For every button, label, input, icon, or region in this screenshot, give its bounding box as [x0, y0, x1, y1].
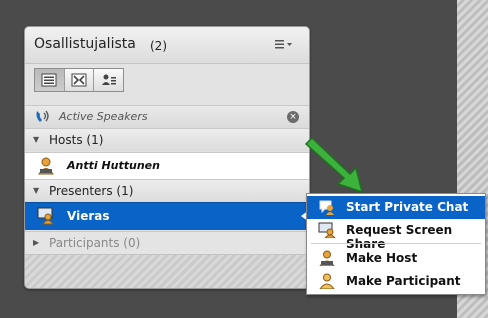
- attendee-row[interactable]: Antti Huttunen: [25, 152, 309, 179]
- speaker-phone-icon: [34, 109, 52, 128]
- clear-icon[interactable]: ×: [287, 111, 299, 123]
- host-user-icon: [37, 157, 55, 178]
- menu-item-request-screen-share[interactable]: Request Screen Share: [307, 219, 485, 251]
- options-menu-icon[interactable]: [275, 38, 293, 53]
- attendee-status-icon[interactable]: [94, 69, 124, 91]
- expand-triangle-icon[interactable]: ▶: [33, 238, 39, 247]
- view-switcher: [34, 68, 124, 92]
- participant-user-icon: [318, 273, 336, 292]
- menu-item-label: Make Participant: [346, 274, 461, 288]
- menu-item-label: Start Private Chat: [346, 200, 469, 214]
- menu-item-make-host[interactable]: Make Host: [307, 247, 485, 270]
- menu-separator: [311, 243, 481, 244]
- pod-footer: [25, 254, 309, 288]
- pod-header: Osallistujalista (2): [25, 27, 309, 64]
- group-hosts[interactable]: ▼ Hosts (1): [25, 128, 309, 151]
- active-speakers-label: Active Speakers: [59, 110, 148, 123]
- host-user-icon: [318, 250, 336, 269]
- group-participants[interactable]: ▶ Participants (0): [25, 231, 309, 254]
- screen-share-icon: [318, 222, 337, 241]
- menu-item-start-private-chat[interactable]: Start Private Chat: [307, 196, 485, 219]
- attendee-name: Vieras: [67, 209, 110, 223]
- menu-item-label: Make Host: [346, 251, 418, 265]
- collapse-triangle-icon[interactable]: ▼: [33, 135, 39, 144]
- pointer-arrow-icon: [304, 138, 364, 194]
- attendee-list-pod: Osallistujalista (2) Active Speakers × ▼…: [24, 26, 310, 289]
- chat-icon: [318, 199, 336, 218]
- attendee-name: Antti Huttunen: [67, 159, 160, 172]
- list-view-icon[interactable]: [35, 69, 65, 91]
- group-presenters[interactable]: ▼ Presenters (1): [25, 179, 309, 202]
- pod-title: Osallistujalista: [34, 36, 136, 52]
- active-speakers-bar: Active Speakers ×: [25, 105, 309, 128]
- context-menu: Start Private Chat Request Screen Share …: [306, 193, 486, 295]
- group-label: Presenters (1): [49, 184, 134, 198]
- group-label: Participants (0): [49, 236, 141, 250]
- collapse-triangle-icon[interactable]: ▼: [33, 186, 39, 195]
- group-label: Hosts (1): [49, 133, 104, 147]
- presenter-user-icon: [37, 207, 55, 228]
- attendee-count: (2): [150, 39, 167, 53]
- attendee-row-selected[interactable]: Vieras: [25, 202, 309, 230]
- menu-item-make-participant[interactable]: Make Participant: [307, 270, 485, 293]
- grid-view-icon[interactable]: [64, 69, 95, 91]
